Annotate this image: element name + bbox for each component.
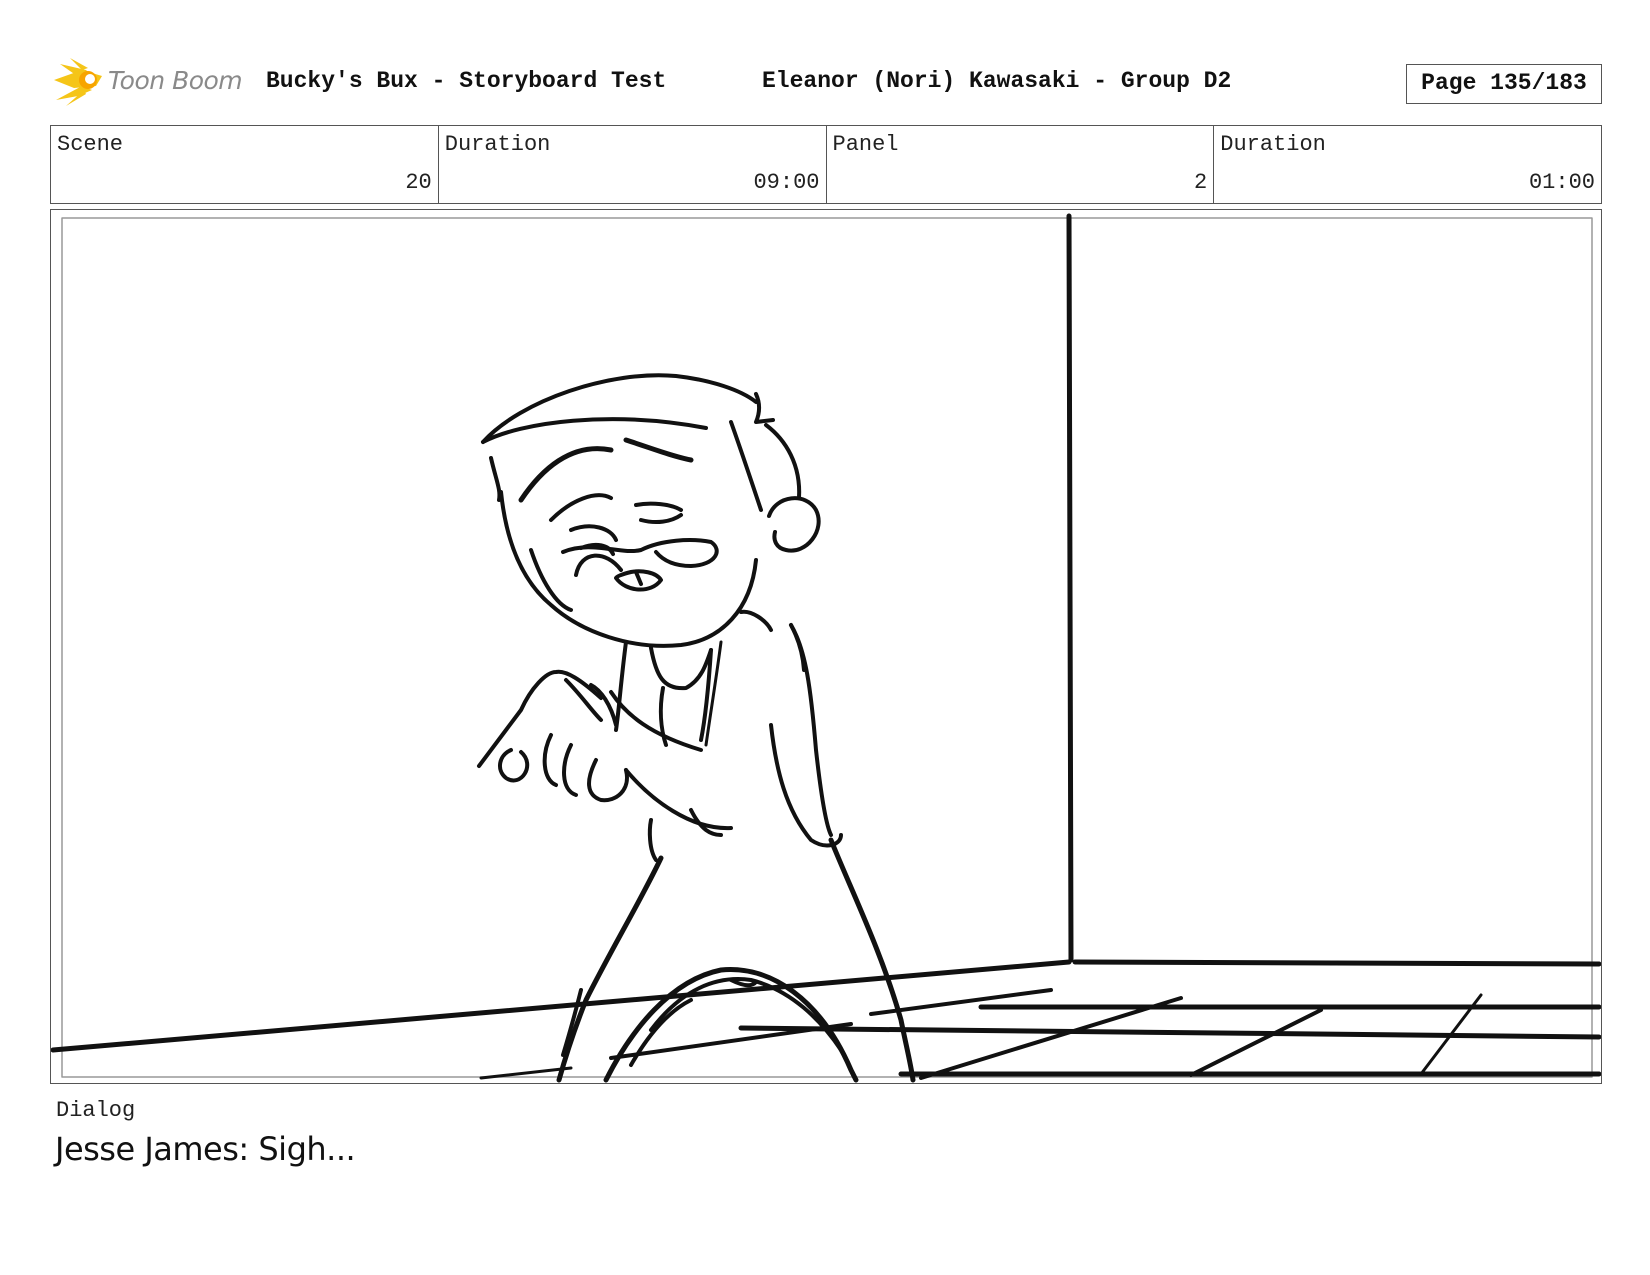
scene-info-table: Scene 20 Duration 09:00 Panel 2 Duration… (50, 125, 1602, 204)
scene-duration-label: Duration (444, 132, 551, 157)
panel-duration-label: Duration (1220, 132, 1326, 157)
logo-text: Toon Boom (108, 66, 243, 95)
panel-sketch (51, 213, 1601, 1083)
dialog-label: Dialog (56, 1098, 136, 1123)
scene-duration-value: 09:00 (753, 170, 820, 195)
toon-boom-logo: Toon Boom (52, 56, 252, 108)
scene-cell: Scene 20 (51, 126, 439, 203)
storyboard-panel (50, 209, 1602, 1084)
toon-boom-flame-icon (54, 58, 102, 106)
dialog-text: Jesse James: Sigh... (55, 1130, 356, 1168)
panel-duration-cell: Duration 01:00 (1214, 126, 1601, 203)
panel-value: 2 (1194, 170, 1208, 195)
panel-cell: Panel 2 (827, 126, 1215, 203)
scene-value: 20 (405, 170, 432, 195)
page-number: Page 135/183 (1406, 64, 1602, 104)
scene-label: Scene (57, 132, 124, 157)
author-name: Eleanor (Nori) Kawasaki - Group D2 (762, 68, 1232, 94)
character-sketch (477, 373, 916, 1083)
project-title: Bucky's Bux - Storyboard Test (266, 68, 667, 94)
background-room-lines (51, 213, 1601, 1080)
panel-label: Panel (832, 132, 899, 157)
scene-duration-cell: Duration 09:00 (439, 126, 827, 203)
panel-duration-value: 01:00 (1528, 170, 1595, 195)
